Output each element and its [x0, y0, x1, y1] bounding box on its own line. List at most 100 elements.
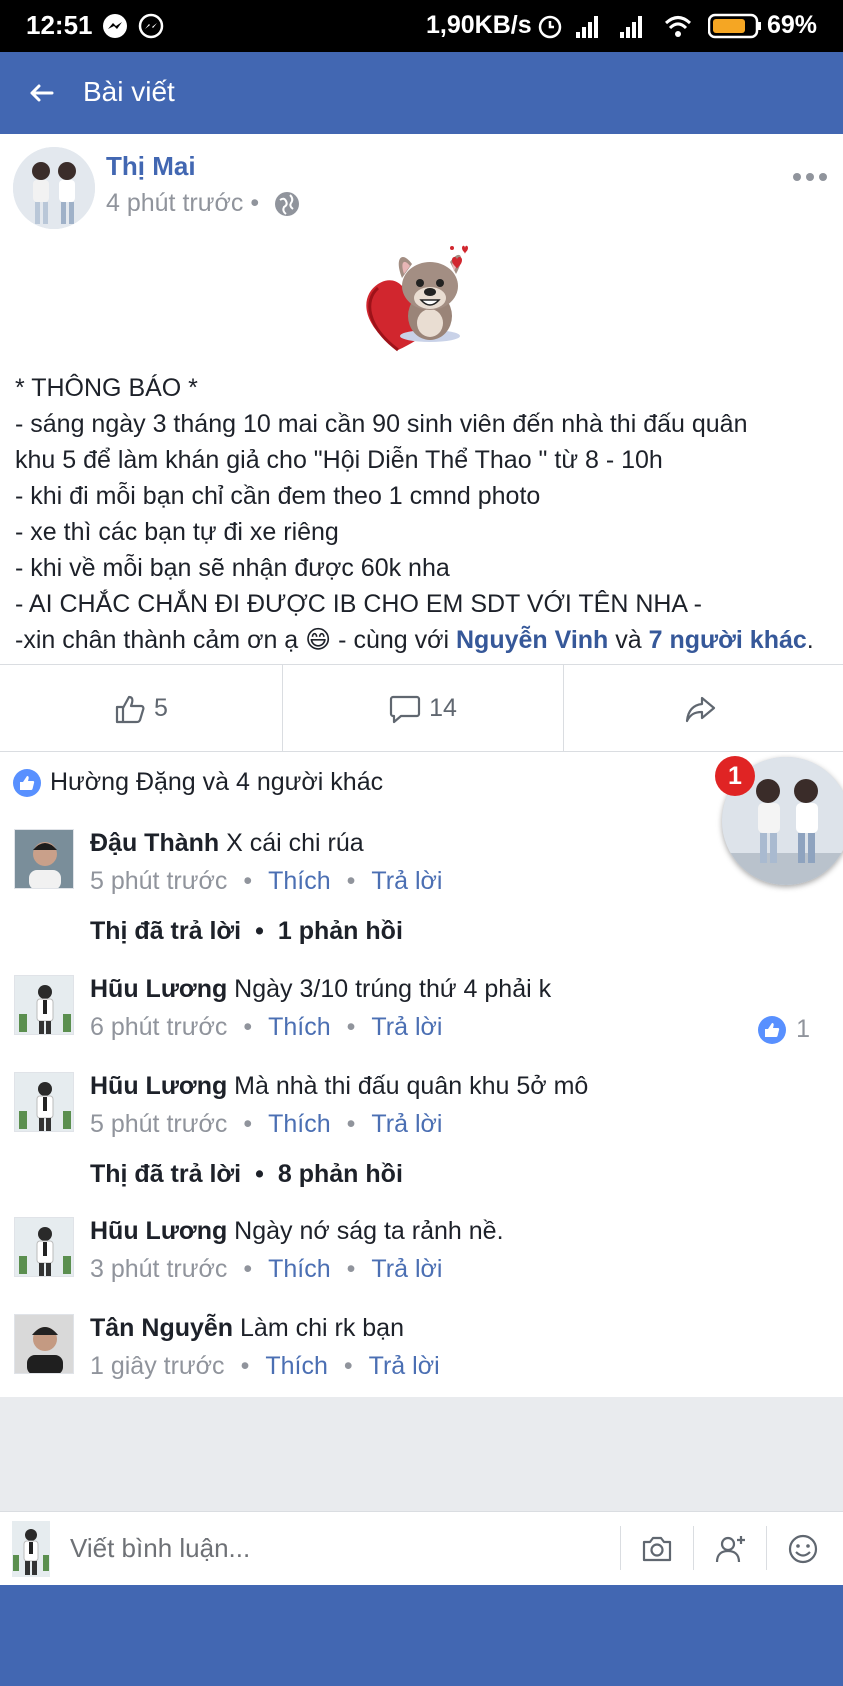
like-button[interactable]: 5	[0, 665, 282, 752]
tagged-others-link[interactable]: 7 người khác	[649, 626, 807, 654]
post-line-suffix: .	[806, 626, 814, 654]
commenter-name[interactable]: Hũu Lương	[90, 1217, 227, 1245]
comment-like-link[interactable]: Thích	[268, 1255, 331, 1283]
avatar[interactable]	[14, 1072, 74, 1132]
thumbs-up-icon	[115, 695, 145, 723]
like-count: 5	[154, 694, 168, 722]
replies-author: Thị đã trả lời	[90, 917, 242, 945]
comment-like-link[interactable]: Thích	[265, 1352, 328, 1380]
meta-separator: •	[243, 1255, 253, 1283]
post-line: - khi về mỗi bạn sẽ nhận được 60k nha	[15, 554, 450, 582]
more-options-icon[interactable]	[792, 171, 828, 183]
replies-count: 8 phản hồi	[277, 1160, 403, 1188]
avatar[interactable]	[14, 1217, 74, 1277]
avatar[interactable]	[14, 1314, 74, 1374]
likes-summary[interactable]: Hường Đặng và 4 người khác	[13, 768, 383, 797]
post-action-bar: 5 14	[0, 664, 843, 752]
comment-reply-link[interactable]: Trả lời	[371, 867, 442, 895]
meta-separator: •	[346, 1110, 356, 1138]
commenter-name[interactable]: Tân Nguyễn	[90, 1314, 233, 1342]
post-body: * THÔNG BÁO * - sáng ngày 3 tháng 10 mai…	[15, 370, 835, 658]
post-line: - AI CHẮC CHẮN ĐI ĐƯỢC IB CHO EM SDT VỚI…	[15, 590, 702, 618]
meta-separator: •	[255, 917, 264, 945]
like-reaction-icon	[13, 768, 41, 797]
likes-summary-text: Hường Đặng và 4 người khác	[50, 768, 384, 796]
comment-like-count[interactable]: 1	[758, 1015, 810, 1044]
meta-separator: •	[243, 1013, 253, 1041]
battery-icon	[708, 13, 761, 39]
avatar[interactable]	[14, 975, 74, 1035]
comment-meta: 3 phút trước • Thích • Trả lời	[90, 1255, 442, 1284]
comment-like-link[interactable]: Thích	[268, 867, 331, 895]
replies-author: Thị đã trả lời	[90, 1160, 242, 1188]
post-meta: 4 phút trước •	[106, 189, 300, 218]
meta-separator: •	[243, 1110, 253, 1138]
comment-text: Tân Nguyễn Làm chi rk bạn	[90, 1314, 404, 1343]
comment-time: 6 phút trước	[90, 1013, 228, 1041]
comment-meta: 1 giây trước • Thích • Trả lời	[90, 1352, 440, 1381]
comment-meta: 5 phút trước • Thích • Trả lời	[90, 867, 442, 896]
comment-count: 14	[429, 694, 457, 722]
commenter-name[interactable]: Đậu Thành	[90, 829, 219, 857]
post-card: Thị Mai 4 phút trước • * THÔNG BÁO * - s…	[0, 134, 843, 751]
messenger-notification-icon	[138, 13, 164, 39]
comment-like-link[interactable]: Thích	[268, 1110, 331, 1138]
comment-body: Làm chi rk bạn	[233, 1314, 404, 1342]
post-line: - sáng ngày 3 tháng 10 mai cần 90 sinh v…	[15, 410, 748, 438]
battery-percent: 69%	[767, 11, 818, 39]
back-arrow-icon[interactable]	[26, 78, 56, 108]
meta-separator: •	[243, 867, 253, 895]
post-line-tags: -xin chân thành cảm ơn ạ 😄 - cùng với Ng…	[15, 622, 835, 658]
comment-time: 5 phút trước	[90, 867, 228, 895]
signal-icon	[620, 16, 642, 38]
camera-icon[interactable]	[640, 1532, 674, 1566]
meta-separator: •	[346, 1255, 356, 1283]
meta-separator: •	[240, 1352, 250, 1380]
comment-item: Hũu Lương Ngày 3/10 trúng thứ 4 phải k 6…	[0, 975, 843, 1055]
avatar	[12, 1521, 50, 1577]
post-line: - xe thì các bạn tự đi xe riêng	[15, 518, 339, 546]
divider	[766, 1526, 767, 1570]
comment-button[interactable]: 14	[282, 665, 563, 752]
meta-separator: •	[250, 189, 267, 217]
avatar[interactable]	[13, 147, 95, 229]
share-arrow-icon	[685, 696, 715, 722]
signal-icon	[576, 16, 598, 38]
meta-separator: •	[346, 867, 356, 895]
comment-item: Hũu Lương Mà nhà thi đấu quân khu 5ở mô …	[0, 1072, 843, 1202]
comment-body: Mà nhà thi đấu quân khu 5ở mô	[227, 1072, 589, 1100]
share-button[interactable]	[563, 665, 843, 752]
divider	[693, 1526, 694, 1570]
comment-reply-link[interactable]: Trả lời	[371, 1110, 442, 1138]
page-title: Bài viết	[83, 76, 175, 107]
view-replies-link[interactable]: Thị đã trả lời • 8 phản hồi	[90, 1160, 403, 1189]
comment-item: Đậu Thành X cái chi rúa 5 phút trước • Thí…	[0, 829, 843, 959]
meta-separator: •	[255, 1160, 264, 1188]
comment-reply-link[interactable]: Trả lời	[371, 1255, 442, 1283]
emoji-icon[interactable]	[786, 1532, 820, 1566]
comment-item: Hũu Lương Ngày nớ ság ta rảnh nề. 3 phút…	[0, 1217, 843, 1297]
view-replies-link[interactable]: Thị đã trả lời • 1 phản hồi	[90, 917, 403, 946]
tagged-person-link[interactable]: Nguyễn Vinh	[456, 626, 608, 654]
wifi-icon	[664, 16, 692, 37]
unread-badge: 1	[715, 756, 755, 796]
comment-reply-link[interactable]: Trả lời	[371, 1013, 442, 1041]
commenter-name[interactable]: Hũu Lương	[90, 1072, 227, 1100]
post-author[interactable]: Thị Mai	[106, 151, 196, 182]
messenger-notification-icon	[103, 14, 127, 38]
globe-icon	[275, 192, 300, 217]
commenter-name[interactable]: Hũu Lương	[90, 975, 227, 1003]
status-time: 12:51	[26, 10, 93, 40]
alarm-icon	[538, 15, 562, 39]
replies-count: 1 phản hồi	[277, 917, 403, 945]
comment-like-link[interactable]: Thích	[268, 1013, 331, 1041]
chat-head[interactable]: 1	[715, 756, 843, 893]
comment-reply-link[interactable]: Trả lời	[369, 1352, 440, 1380]
comment-text: Hũu Lương Ngày nớ ság ta rảnh nề.	[90, 1217, 504, 1246]
mention-person-icon[interactable]	[713, 1532, 747, 1566]
comment-body: X cái chi rúa	[219, 829, 364, 857]
post-line: * THÔNG BÁO *	[15, 374, 198, 402]
comment-input[interactable]	[60, 1524, 615, 1572]
comment-meta: 6 phút trước • Thích • Trả lời	[90, 1013, 442, 1042]
avatar[interactable]	[14, 829, 74, 889]
